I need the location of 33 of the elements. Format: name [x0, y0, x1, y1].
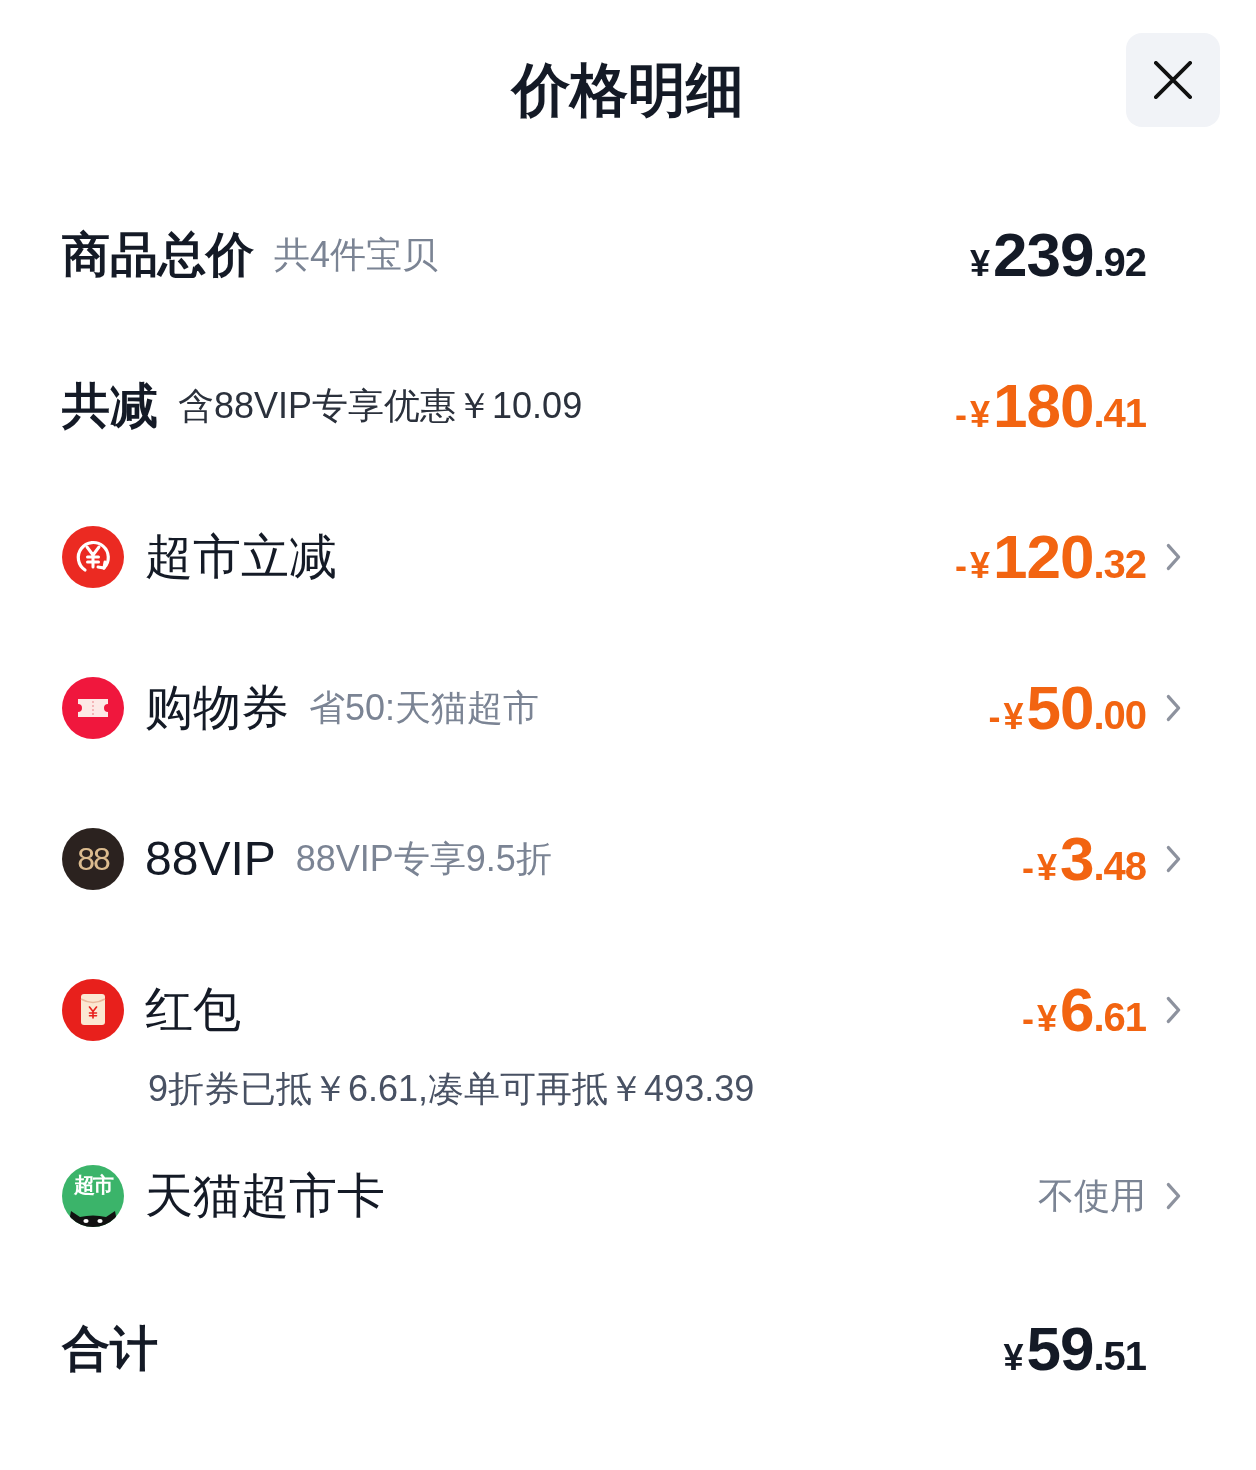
chevron-icon[interactable] [1165, 996, 1182, 1024]
chevron-icon[interactable] [1165, 543, 1182, 571]
close-icon [1154, 61, 1192, 99]
price-text: -¥120.32 [954, 526, 1146, 588]
ticket-icon [62, 677, 124, 739]
detail-text: 9折券已抵￥6.61,凑单可再抵￥493.39 [148, 1067, 755, 1111]
row-label: 合计 [62, 1325, 158, 1373]
price-text: -¥6.61 [1021, 979, 1146, 1041]
row-label: 超市立减 [145, 533, 337, 581]
row-note: 含88VIP专享优惠￥10.09 [178, 388, 583, 424]
close-button[interactable] [1126, 33, 1220, 127]
row-label: 天猫超市卡 [145, 1172, 385, 1220]
row-note: 省50:天猫超市 [309, 690, 540, 726]
price-text: ¥239.92 [969, 224, 1146, 286]
price-text: -¥180.41 [954, 375, 1146, 437]
row-label: 共减 [62, 382, 158, 430]
row-label: 购物券 [145, 684, 289, 732]
vip-logo: 88 [62, 828, 124, 890]
money-envelope-icon [62, 979, 124, 1041]
row-label: 88VIP [145, 835, 276, 883]
price-text: ¥59.51 [1003, 1318, 1146, 1380]
chevron-icon[interactable] [1165, 1182, 1182, 1210]
price-text: -¥50.00 [988, 677, 1146, 739]
price-text: -¥3.48 [1021, 828, 1146, 890]
sheet-title: 价格明细 [512, 61, 744, 119]
row-note: 共4件宝贝 [274, 237, 439, 273]
row-label: 红包 [145, 986, 241, 1034]
status-text: 不使用 [1038, 1178, 1146, 1214]
chevron-icon[interactable] [1165, 694, 1182, 722]
logo-text: 超市 [74, 1174, 112, 1195]
chevron-icon[interactable] [1165, 845, 1182, 873]
row-label: 商品总价 [62, 231, 254, 279]
row-note: 88VIP专享9.5折 [295, 841, 552, 877]
